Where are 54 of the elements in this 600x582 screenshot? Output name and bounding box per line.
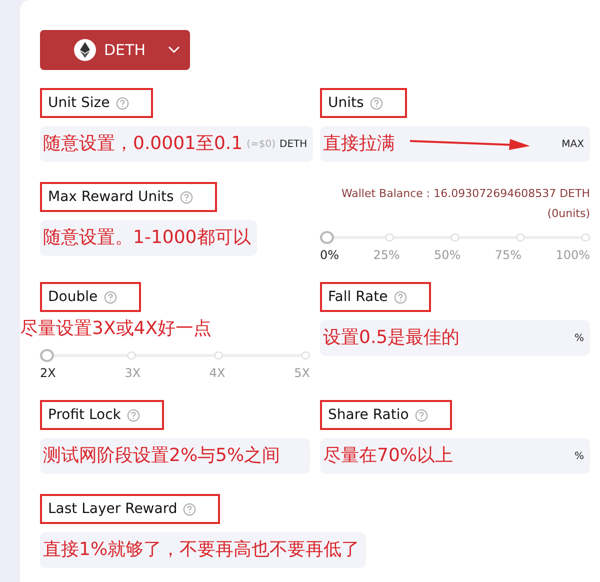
- slider-mark: 2X: [40, 366, 56, 380]
- annotation-text: 测试网阶段设置2%与5%之间: [43, 444, 280, 468]
- field-suffix: DETH: [280, 138, 308, 150]
- slider-mark: 0%: [320, 248, 340, 262]
- annotation-text: 随意设置，0.0001至0.1: [43, 132, 243, 156]
- annotation-text: 尽量在70%以上: [323, 444, 454, 468]
- field-label: Units: [328, 95, 364, 111]
- input-field[interactable]: 随意设置，0.0001至0.1 (≈$0) DETH: [40, 126, 314, 162]
- input-field[interactable]: 尽量在70%以上 %: [320, 438, 590, 474]
- annotation-text: 设置0.5是最佳的: [323, 326, 460, 350]
- input-field[interactable]: 直接1%就够了，不要再高也不要再低了: [40, 532, 366, 568]
- slider-mark: 5X: [294, 366, 310, 380]
- field-label: Profit Lock: [48, 407, 121, 423]
- help-icon[interactable]: [414, 408, 428, 422]
- input-field[interactable]: 设置0.5是最佳的 %: [320, 320, 590, 356]
- field-suffix: %: [574, 332, 584, 344]
- slider-mark: 3X: [124, 366, 141, 380]
- slider-mark: 50%: [434, 248, 461, 262]
- field-suffix: MAX: [562, 138, 584, 150]
- help-icon[interactable]: [394, 290, 407, 304]
- field-label: Share Ratio: [328, 407, 409, 423]
- input-field[interactable]: 随意设置。1-1000都可以: [40, 220, 257, 256]
- slider-track[interactable]: [40, 348, 310, 362]
- help-icon[interactable]: [370, 96, 383, 110]
- slider-mark: 100%: [556, 248, 590, 262]
- slider-mark: 4X: [209, 366, 226, 380]
- slider-handle[interactable]: [320, 230, 334, 244]
- balance-units: (0units): [546, 206, 590, 222]
- field-label: Last Layer Reward: [48, 501, 178, 517]
- ethereum-icon: [74, 39, 96, 61]
- slider-mark: 25%: [373, 248, 400, 262]
- input-field[interactable]: 直接拉满 MAX: [320, 126, 590, 162]
- slider-mark: 75%: [494, 248, 522, 262]
- field-suffix: %: [574, 450, 584, 462]
- field-label: Unit Size: [48, 95, 110, 111]
- annotation-text: 直接1%就够了，不要再高也不要再低了: [43, 538, 360, 562]
- help-icon[interactable]: [126, 408, 140, 422]
- help-icon[interactable]: [183, 502, 196, 516]
- token-dropdown[interactable]: DETH: [40, 30, 190, 70]
- field-suffix: (≈$0): [246, 138, 276, 150]
- chevron-down-icon: [168, 46, 180, 54]
- slider-track[interactable]: [320, 230, 590, 244]
- help-icon[interactable]: [116, 96, 129, 110]
- help-icon[interactable]: [104, 290, 117, 304]
- field-label: Fall Rate: [328, 289, 388, 305]
- field-label: Max Reward Units: [48, 189, 174, 205]
- field-label: Double: [48, 289, 98, 305]
- slider-handle[interactable]: [40, 348, 54, 362]
- help-icon[interactable]: [180, 190, 193, 204]
- input-field[interactable]: 测试网阶段设置2%与5%之间: [40, 438, 310, 474]
- annotation-text: 尽量设置3X或4X好一点: [20, 317, 213, 341]
- wallet-balance: Wallet Balance : 16.093072694608537 DETH: [340, 186, 590, 202]
- annotation-text: 随意设置。1-1000都可以: [43, 226, 251, 250]
- annotation-text: 直接拉满: [323, 132, 395, 156]
